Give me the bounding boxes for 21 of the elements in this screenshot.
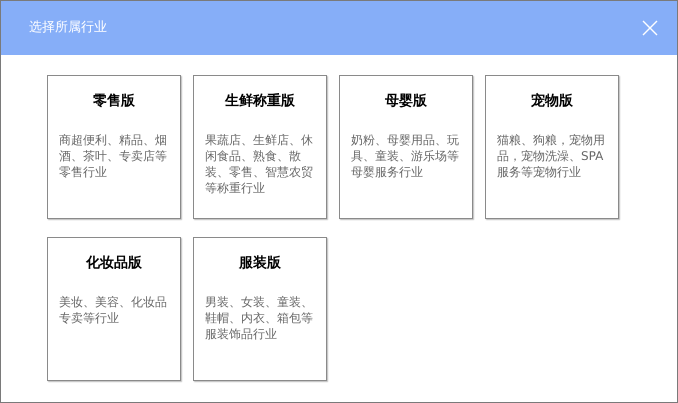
industry-name: 生鲜称重版 — [224, 92, 296, 111]
industry-card[interactable]: 服装版 男装、女装、童装、鞋帽、内衣、箱包等服装饰品行业 — [193, 237, 327, 381]
industry-name: 服装版 — [238, 254, 282, 273]
industry-description: 奶粉、母婴用品、玩具、童装、游乐场等母婴服务行业 — [351, 132, 460, 180]
dialog-title: 选择所属行业 — [29, 19, 107, 38]
close-button[interactable] — [641, 19, 659, 37]
industry-name: 母婴版 — [384, 92, 428, 111]
industry-card[interactable]: 生鲜称重版 果蔬店、生鲜店、休闲食品、熟食、散装、零售、智慧农贸等称重行业 — [193, 75, 327, 219]
industry-description: 猫粮、狗粮，宠物用品，宠物洗澡、SPA服务等宠物行业 — [497, 132, 606, 180]
industry-card[interactable]: 化妆品版 美妆、美容、化妆品专卖等行业 — [47, 237, 181, 381]
industry-name: 化妆品版 — [84, 254, 143, 273]
industry-description: 美妆、美容、化妆品专卖等行业 — [59, 294, 168, 326]
industry-card[interactable]: 母婴版 奶粉、母婴用品、玩具、童装、游乐场等母婴服务行业 — [339, 75, 473, 219]
industry-name: 零售版 — [92, 92, 136, 111]
industry-description: 男装、女装、童装、鞋帽、内衣、箱包等服装饰品行业 — [205, 294, 314, 342]
industry-description: 商超便利、精品、烟酒、茶叶、专卖店等零售行业 — [59, 132, 168, 180]
industry-card[interactable]: 宠物版 猫粮、狗粮，宠物用品，宠物洗澡、SPA服务等宠物行业 — [485, 75, 619, 219]
industry-name: 宠物版 — [530, 92, 574, 111]
close-icon — [641, 19, 659, 37]
industry-card[interactable]: 零售版 商超便利、精品、烟酒、茶叶、专卖店等零售行业 — [47, 75, 181, 219]
industry-description: 果蔬店、生鲜店、休闲食品、熟食、散装、零售、智慧农贸等称重行业 — [205, 132, 314, 196]
